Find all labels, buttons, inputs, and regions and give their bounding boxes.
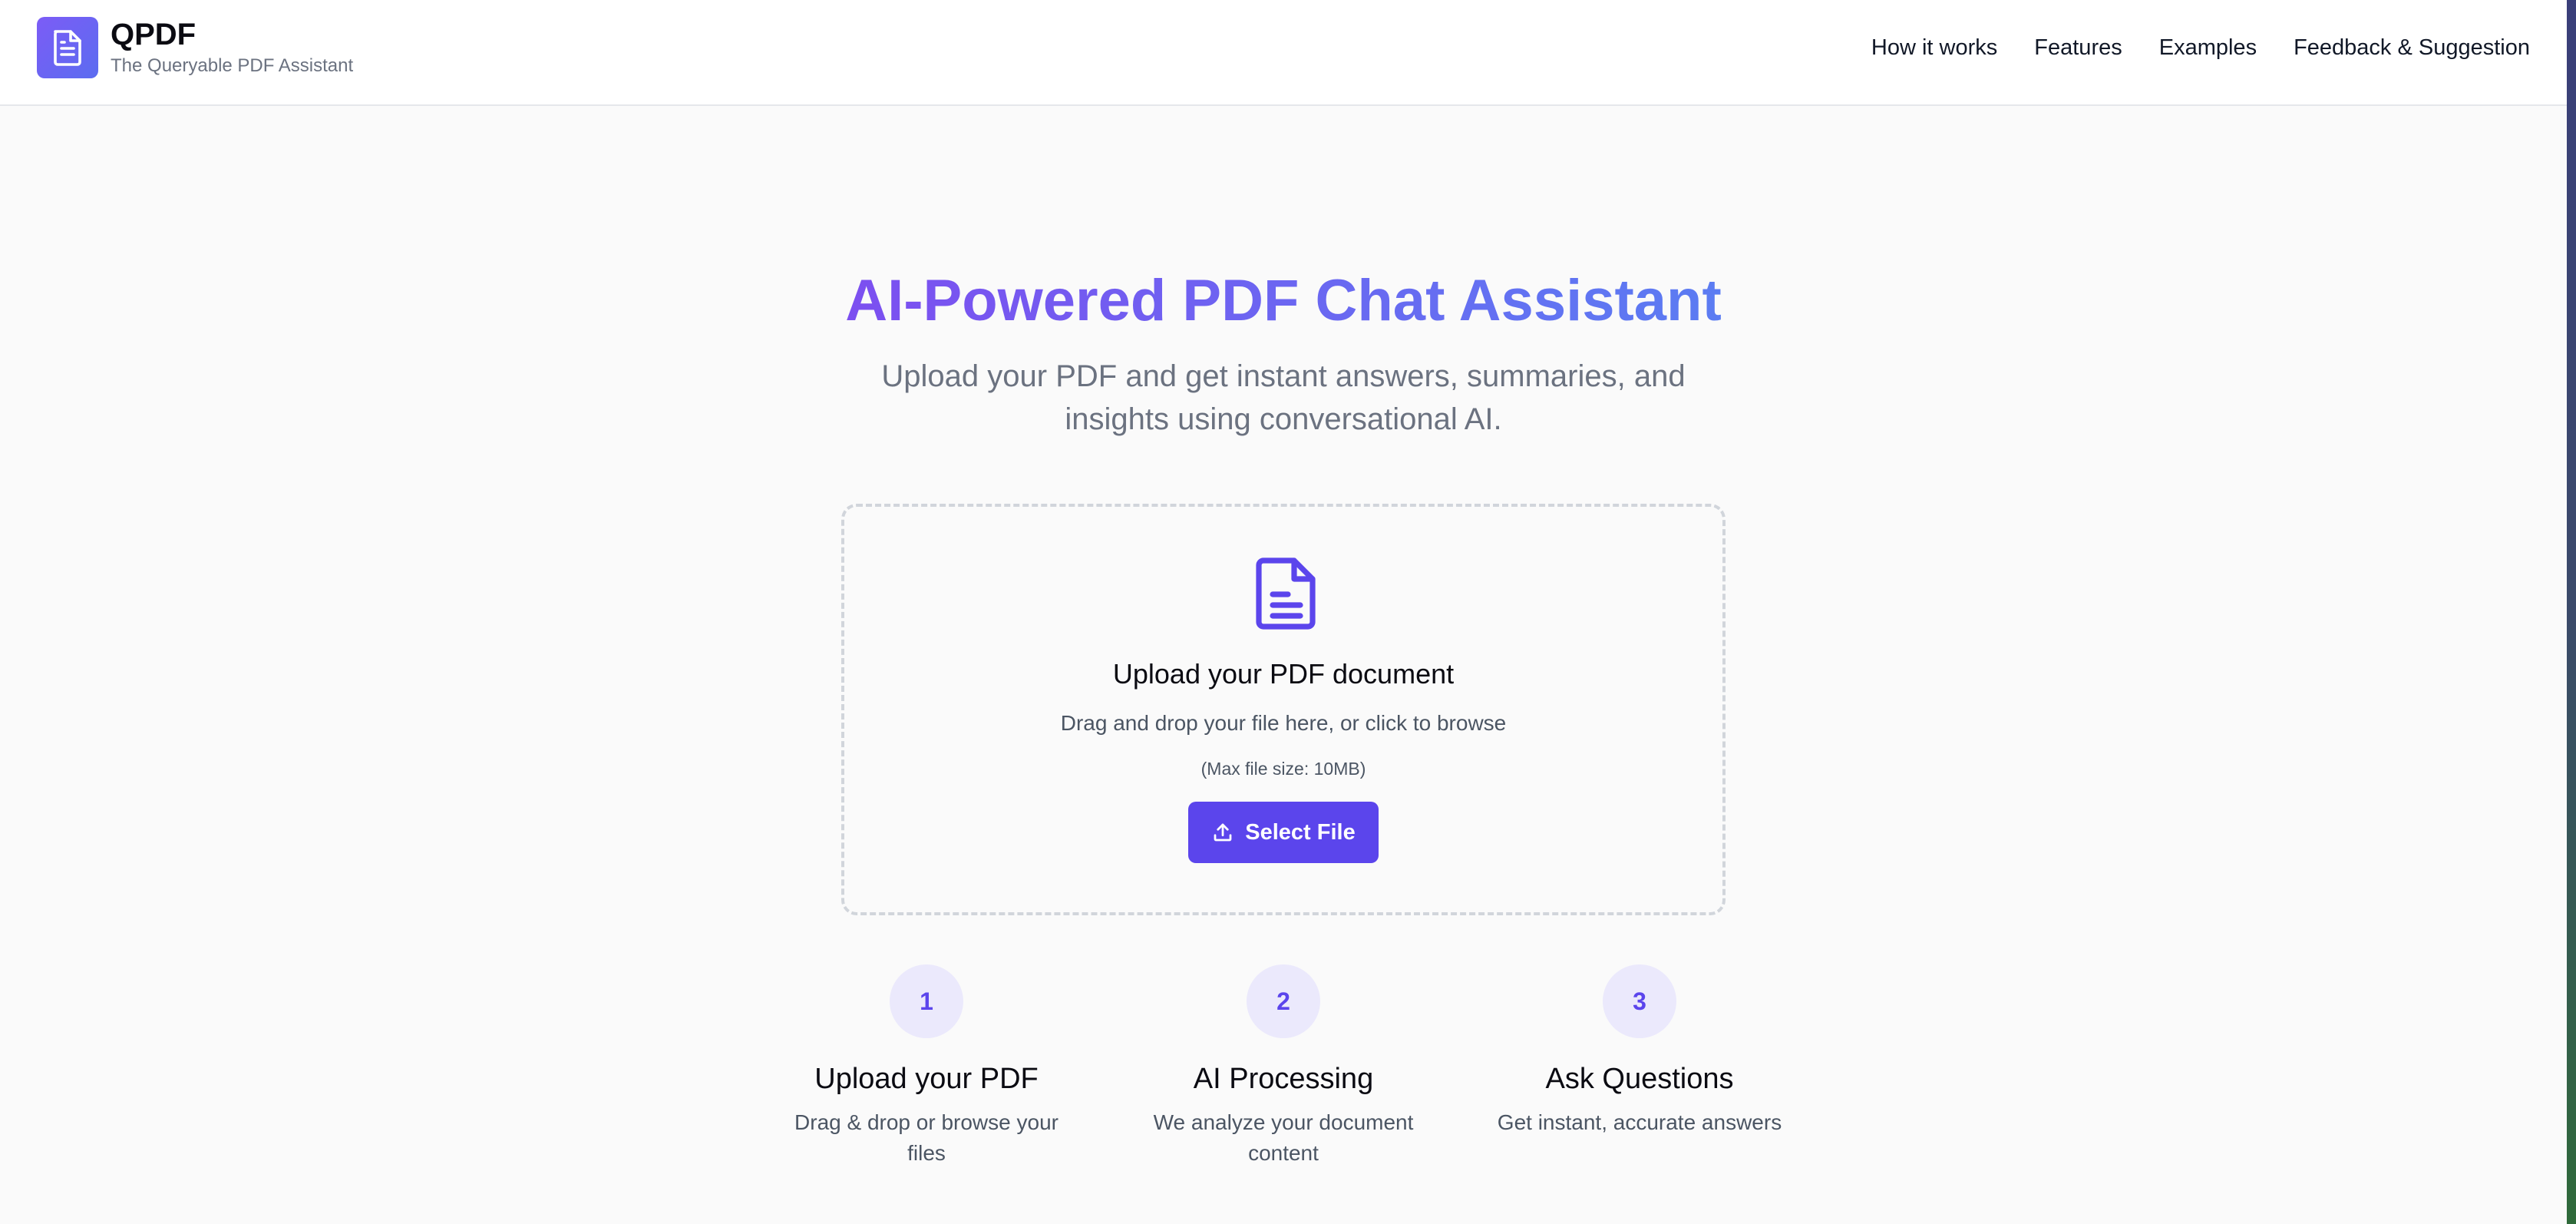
upload-title: Upload your PDF document xyxy=(1112,658,1455,690)
step-number-badge: 2 xyxy=(1247,964,1320,1038)
upload-dropzone[interactable]: Upload your PDF document Drag and drop y… xyxy=(841,504,1726,915)
upload-icon xyxy=(1214,823,1232,842)
step-processing: 2 AI Processing We analyze your document… xyxy=(1122,964,1445,1169)
select-file-button[interactable]: Select File xyxy=(1188,802,1379,863)
brand[interactable]: QPDF The Queryable PDF Assistant xyxy=(37,17,353,78)
step-description: Get instant, accurate answers xyxy=(1497,1110,1782,1134)
hero-title-text: AI-Powered PDF Chat Assistant xyxy=(845,268,1722,333)
nav-how-it-works[interactable]: How it works xyxy=(1871,32,1997,63)
brand-text: QPDF The Queryable PDF Assistant xyxy=(111,17,353,78)
nav-examples[interactable]: Examples xyxy=(2159,32,2257,63)
step-title: Ask Questions xyxy=(1545,1063,1734,1095)
window-edge xyxy=(2567,0,2576,1224)
step-upload: 1 Upload your PDF Drag & drop or browse … xyxy=(765,964,1088,1169)
brand-name: QPDF xyxy=(111,18,197,51)
upload-hint: Drag and drop your file here, or click t… xyxy=(1060,711,1507,735)
step-questions: 3 Ask Questions Get instant, accurate an… xyxy=(1478,964,1801,1138)
upload-limit: (Max file size: 10MB) xyxy=(1200,759,1366,779)
select-file-label: Select File xyxy=(1245,819,1356,845)
step-title: AI Processing xyxy=(1193,1063,1374,1095)
nav-feedback[interactable]: Feedback & Suggestion xyxy=(2294,32,2530,63)
hero-subtitle: Upload your PDF and get instant answers,… xyxy=(881,359,1686,436)
main-nav: How it works Features Examples Feedback … xyxy=(1871,32,2530,63)
top-header: QPDF The Queryable PDF Assistant How it … xyxy=(0,0,2567,106)
step-title: Upload your PDF xyxy=(814,1063,1039,1095)
brand-tagline: The Queryable PDF Assistant xyxy=(111,55,354,76)
step-description: We analyze your document content xyxy=(1153,1110,1414,1165)
step-number-badge: 1 xyxy=(890,964,963,1038)
nav-features[interactable]: Features xyxy=(2034,32,2122,63)
step-number-badge: 3 xyxy=(1603,964,1676,1038)
document-icon[interactable] xyxy=(37,17,98,78)
document-icon xyxy=(1254,557,1319,630)
step-description: Drag & drop or browse your files xyxy=(794,1110,1058,1165)
hero-title: AI-Powered PDF Chat Assistant xyxy=(0,264,2567,338)
